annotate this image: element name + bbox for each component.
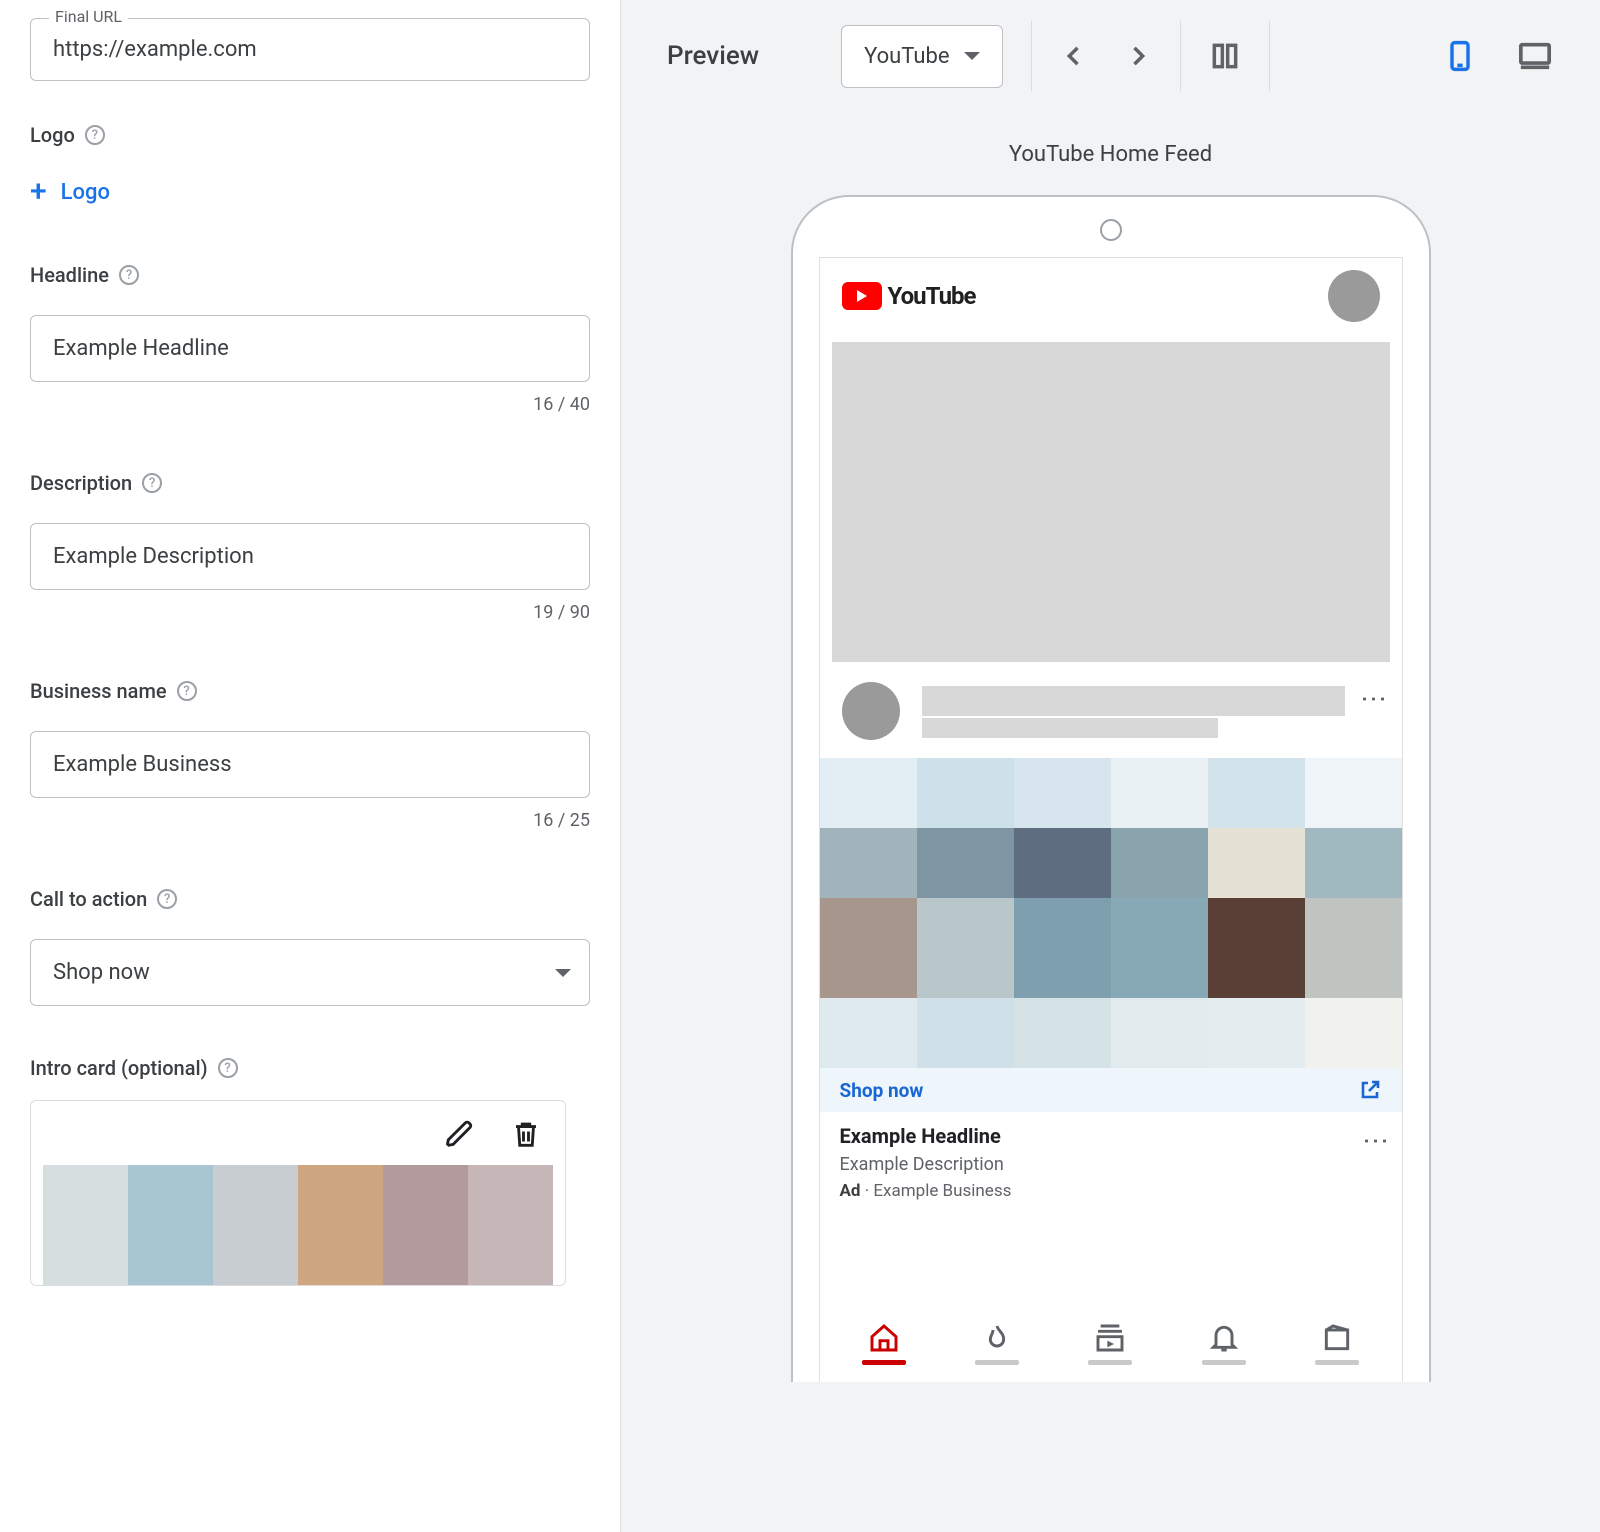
help-icon[interactable]: ?: [218, 1058, 238, 1078]
headline-input[interactable]: Example Headline: [30, 315, 590, 382]
logo-section-label: Logo ?: [30, 123, 590, 147]
ad-business-line: Ad · Example Business: [840, 1181, 1357, 1201]
headline-section-label: Headline ?: [30, 263, 590, 287]
phone-speaker-icon: [1100, 219, 1122, 241]
intro-card-section-label: Intro card (optional) ?: [30, 1056, 590, 1080]
youtube-logo: YouTube: [842, 282, 976, 310]
chevron-down-icon: [964, 52, 980, 60]
help-icon[interactable]: ?: [85, 125, 105, 145]
plus-icon: +: [30, 177, 47, 207]
cta-select[interactable]: Shop now: [30, 939, 590, 1006]
preview-panel: Preview YouTube: [620, 0, 1600, 1532]
ad-headline: Example Headline: [840, 1124, 1357, 1148]
more-menu-icon[interactable]: ⋮: [1367, 682, 1380, 713]
phone-frame: YouTube ⋮ Shop now: [791, 195, 1431, 1382]
ad-text-block: Example Headline Example Description Ad …: [820, 1112, 1402, 1201]
business-counter: 16 / 25: [30, 810, 590, 831]
final-url-value: https://example.com: [53, 37, 257, 62]
more-menu-icon[interactable]: ⋮: [1369, 1124, 1382, 1201]
mobile-device-icon[interactable]: [1444, 38, 1476, 74]
youtube-header: YouTube: [820, 258, 1402, 334]
nav-subscriptions[interactable]: [1088, 1322, 1132, 1365]
feed-video-meta: ⋮: [842, 682, 1380, 740]
description-input[interactable]: Example Description: [30, 523, 590, 590]
preview-context-label: YouTube Home Feed: [621, 142, 1600, 167]
compare-columns-icon[interactable]: [1209, 40, 1241, 72]
preview-topbar: Preview YouTube: [621, 0, 1600, 112]
ad-image[interactable]: [820, 758, 1402, 1068]
edit-icon[interactable]: [445, 1119, 475, 1153]
youtube-play-icon: [842, 282, 882, 310]
prev-arrow-icon[interactable]: [1060, 42, 1088, 70]
final-url-field[interactable]: Final URL https://example.com: [30, 18, 590, 81]
headline-counter: 16 / 40: [30, 394, 590, 415]
nav-trending[interactable]: [975, 1322, 1019, 1365]
help-icon[interactable]: ?: [119, 265, 139, 285]
nav-home[interactable]: [862, 1322, 906, 1365]
youtube-bottom-nav: [820, 1304, 1402, 1382]
ad-description: Example Description: [840, 1154, 1357, 1175]
next-arrow-icon[interactable]: [1124, 42, 1152, 70]
avatar: [842, 682, 900, 740]
chevron-down-icon: [555, 969, 571, 977]
final-url-label: Final URL: [49, 7, 128, 26]
ad-cta-text: Shop now: [840, 1079, 924, 1102]
add-logo-button[interactable]: + Logo: [30, 177, 110, 207]
help-icon[interactable]: ?: [142, 473, 162, 493]
intro-card-image: [43, 1165, 553, 1285]
nav-notifications[interactable]: [1202, 1322, 1246, 1365]
cta-section-label: Call to action ?: [30, 887, 590, 911]
business-input[interactable]: Example Business: [30, 731, 590, 798]
nav-library[interactable]: [1315, 1322, 1359, 1365]
feed-video-placeholder: [832, 342, 1390, 662]
avatar[interactable]: [1328, 270, 1380, 322]
placement-select[interactable]: YouTube: [841, 25, 1002, 88]
phone-screen: YouTube ⋮ Shop now: [819, 257, 1403, 1382]
preview-title: Preview: [667, 41, 759, 71]
ad-cta-bar[interactable]: Shop now: [820, 1068, 1402, 1112]
help-icon[interactable]: ?: [177, 681, 197, 701]
desktop-device-icon[interactable]: [1516, 38, 1554, 74]
help-icon[interactable]: ?: [157, 889, 177, 909]
description-counter: 19 / 90: [30, 602, 590, 623]
description-section-label: Description ?: [30, 471, 590, 495]
intro-card-thumbnail: [30, 1100, 566, 1286]
open-external-icon: [1358, 1078, 1382, 1102]
trash-icon[interactable]: [511, 1119, 541, 1153]
business-section-label: Business name ?: [30, 679, 590, 703]
ad-form-panel: Final URL https://example.com Logo ? + L…: [0, 0, 620, 1532]
